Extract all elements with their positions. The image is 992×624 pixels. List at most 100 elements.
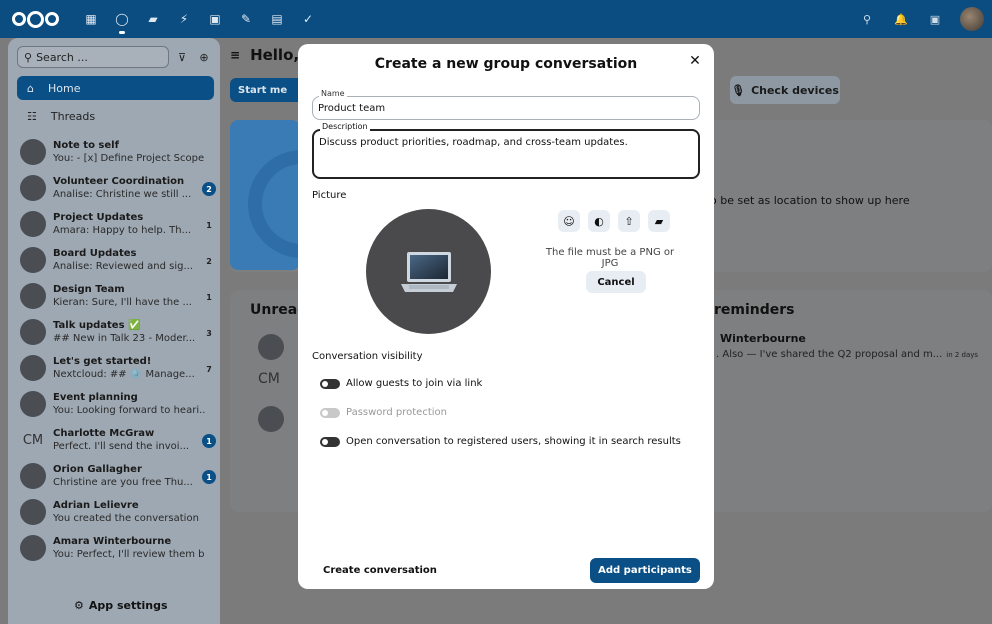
sidebar-item-threads[interactable]: ☷ Threads [17, 104, 214, 128]
conversation-item[interactable]: Talk updates ✅ ## New in Talk 23 - Moder.… [20, 314, 220, 350]
folder-icon[interactable]: ▰ [648, 210, 670, 232]
reminder-time: in 2 days [946, 351, 979, 359]
upload-icon[interactable]: ⇧ [618, 210, 640, 232]
conversation-item[interactable]: Project Updates Amara: Happy to help. Th.… [20, 206, 220, 242]
unread-avatar-initials: CM [258, 371, 280, 387]
start-meeting-label: Start me [238, 84, 288, 96]
conversation-item[interactable]: Note to self You: - [x] Define Project Sc… [20, 134, 220, 170]
conversation-item[interactable]: Let's get started! Nextcloud: ## ⚙️ Manag… [20, 350, 220, 386]
cancel-label: Cancel [597, 276, 635, 288]
conversation-last-message: ## New in Talk 23 - Moder... [53, 333, 196, 344]
palette-icon[interactable]: ◐ [588, 210, 610, 232]
avatar [20, 319, 46, 345]
create-conversation-button[interactable]: Create conversation [323, 565, 437, 576]
add-participants-button[interactable]: Add participants [590, 558, 700, 583]
tasks-icon[interactable]: ✓ [298, 9, 318, 29]
conversation-name: Note to self [53, 140, 119, 151]
conversation-name: Orion Gallagher [53, 464, 142, 475]
name-value: Product team [318, 103, 386, 114]
activity-icon[interactable]: ⚡ [174, 9, 194, 29]
app-settings-button[interactable]: ⚙ App settings [74, 599, 168, 612]
avatar [20, 391, 46, 417]
conversation-last-message: You: Looking forward to heari... [53, 405, 205, 416]
unread-badge: 2 [202, 182, 216, 196]
conversation-item[interactable]: Orion Gallagher Christine are you free Th… [20, 458, 220, 494]
toggle-switch[interactable] [320, 378, 340, 389]
picture-label: Picture [312, 190, 347, 201]
reminder-message[interactable]: . Also — I've shared the Q2 proposal and… [716, 349, 978, 360]
toggle-sidebar-icon[interactable]: ≡ [230, 48, 240, 62]
calendar-icon[interactable]: ▣ [205, 9, 225, 29]
conversation-item[interactable]: Board Updates Analise: Reviewed and sig..… [20, 242, 220, 278]
avatar [20, 463, 46, 489]
conversation-last-message: Christine are you free Thu... [53, 477, 193, 488]
conversation-text: Talk updates ✅ ## New in Talk 23 - Moder.… [53, 319, 205, 345]
add-participants-label: Add participants [598, 565, 692, 576]
conversation-text: Design Team Kieran: Sure, I'll have the .… [53, 283, 205, 309]
guests-toggle[interactable]: Allow guests to join via link [320, 378, 482, 389]
notes-icon[interactable]: ✎ [236, 9, 256, 29]
microphone-icon: 🎙 [731, 83, 746, 97]
unread-avatar [258, 406, 284, 432]
toggle-label: Password protection [346, 407, 447, 418]
laptop-icon [400, 251, 457, 292]
conversation-list: Note to self You: - [x] Define Project Sc… [20, 134, 220, 566]
conversation-item[interactable]: Adrian Lelievre You created the conversat… [20, 494, 220, 530]
conversation-name: Volunteer Coordination [53, 176, 185, 187]
check-devices-button[interactable]: 🎙 Check devices [730, 76, 840, 104]
dashboard-icon[interactable]: ▦ [81, 9, 101, 29]
deck-icon[interactable]: ▤ [267, 9, 287, 29]
conversation-last-message: You: - [x] Define Project Scope ... [53, 153, 205, 164]
conversation-name: Project Updates [53, 212, 144, 223]
close-icon[interactable]: ✕ [686, 52, 704, 70]
sidebar-item-home[interactable]: ⌂ Home [17, 76, 214, 100]
name-field[interactable]: Name Product team [312, 89, 700, 120]
avatar [20, 283, 46, 309]
conversation-item[interactable]: Design Team Kieran: Sure, I'll have the .… [20, 278, 220, 314]
search-input[interactable]: ⚲ Search ... [17, 46, 169, 68]
notifications-icon[interactable]: 🔔 [892, 10, 910, 28]
conversation-text: Board Updates Analise: Reviewed and sig..… [53, 247, 205, 273]
search-icon: ⚲ [24, 50, 33, 64]
reminder-text: . Also — I've shared the Q2 proposal and… [716, 349, 943, 360]
avatar [20, 499, 46, 525]
conversation-item[interactable]: Amara Winterbourne You: Perfect, I'll rev… [20, 530, 220, 566]
conversation-text: Volunteer Coordination Analise: Christine… [53, 175, 205, 201]
conversation-item[interactable]: CM Charlotte McGraw Perfect. I'll send the… [20, 422, 220, 458]
talk-icon[interactable]: ◯ [112, 9, 132, 34]
conversation-last-message: Analise: Reviewed and sig... [53, 261, 193, 272]
conversation-item[interactable]: Volunteer Coordination Analise: Christine… [20, 170, 220, 206]
toggle-label: Allow guests to join via link [346, 378, 483, 389]
user-avatar[interactable] [960, 7, 984, 31]
conversation-name: Talk updates ✅ [53, 320, 141, 331]
create-group-dialog: Create a new group conversation ✕ Name P… [298, 44, 714, 589]
toggle-label: Open conversation to registered users, s… [346, 436, 681, 447]
conversation-name: Let's get started! [53, 356, 152, 367]
avatar [20, 247, 46, 273]
toggle-switch[interactable] [320, 436, 340, 447]
description-field[interactable]: Description Discuss product priorities, … [312, 122, 700, 179]
cancel-button[interactable]: Cancel [586, 271, 646, 293]
conversation-text: Note to self You: - [x] Define Project Sc… [53, 139, 205, 165]
search-icon[interactable]: ⚲ [858, 10, 876, 28]
open-conversation-toggle[interactable]: Open conversation to registered users, s… [320, 436, 681, 447]
contacts-icon[interactable]: ▣ [926, 10, 944, 28]
conversation-last-message: Perfect. I'll send the invoi... [53, 441, 190, 452]
filter-icon[interactable]: ⊽ [172, 46, 192, 68]
conversation-item[interactable]: Event planning You: Looking forward to he… [20, 386, 220, 422]
emoji-icon[interactable]: ☺ [558, 210, 580, 232]
create-label: Create conversation [323, 565, 437, 576]
conversation-last-message: Amara: Happy to help. Th... [53, 225, 192, 236]
reminder-name[interactable]: Winterbourne [720, 332, 806, 345]
files-icon[interactable]: ▰ [143, 9, 163, 29]
avatar [20, 175, 46, 201]
avatar [20, 139, 46, 165]
new-conversation-icon[interactable]: ⊕ [194, 46, 214, 68]
visibility-label: Conversation visibility [312, 351, 423, 362]
avatar [20, 355, 46, 381]
unread-badge: 3 [206, 328, 212, 338]
app-settings-label: App settings [88, 599, 168, 612]
conversation-name: Event planning [53, 392, 138, 403]
unread-badge: 1 [202, 470, 216, 484]
nextcloud-logo[interactable] [12, 10, 59, 28]
